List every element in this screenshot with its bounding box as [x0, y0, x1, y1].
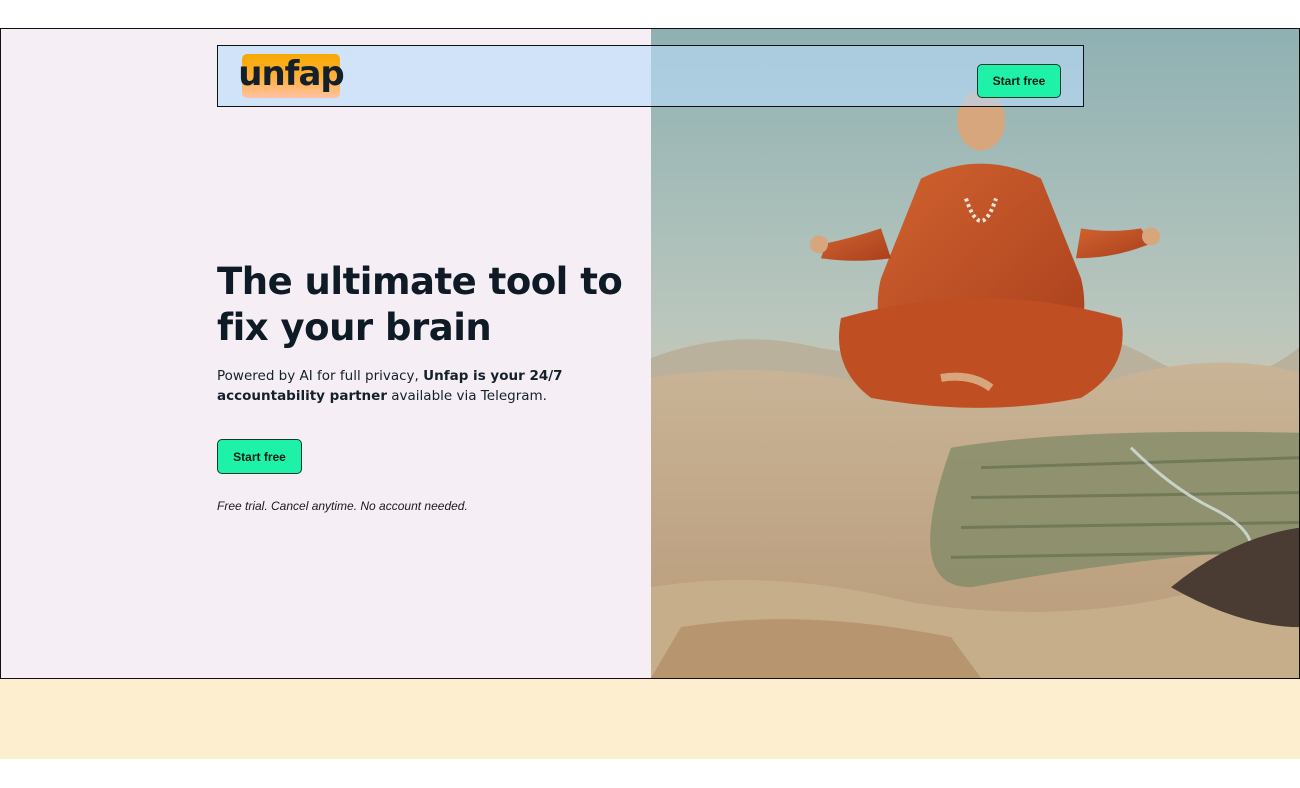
- logo-text: unfap: [238, 54, 344, 94]
- hero-headline: The ultimate tool to fix your brain: [217, 260, 623, 349]
- hero-image: [651, 29, 1299, 678]
- subtext-part1: Powered by AI for full privacy,: [217, 368, 424, 384]
- bottom-band: [0, 679, 1300, 759]
- subtext-part2: available via Telegram.: [386, 388, 547, 404]
- hero-start-free-button[interactable]: Start free: [217, 439, 302, 474]
- hero-left-panel: [1, 29, 651, 678]
- top-navbar: unfap Start free: [217, 45, 1084, 107]
- hero-subtext: Powered by AI for full privacy, Unfap is…: [217, 366, 617, 406]
- unfap-logo[interactable]: unfap: [238, 54, 345, 98]
- trial-note: Free trial. Cancel anytime. No account n…: [217, 499, 468, 513]
- levitating-monk-image: [651, 29, 1299, 678]
- nav-start-free-button[interactable]: Start free: [977, 64, 1061, 98]
- hero-section: unfap Start free The ultimate tool to fi…: [0, 28, 1300, 679]
